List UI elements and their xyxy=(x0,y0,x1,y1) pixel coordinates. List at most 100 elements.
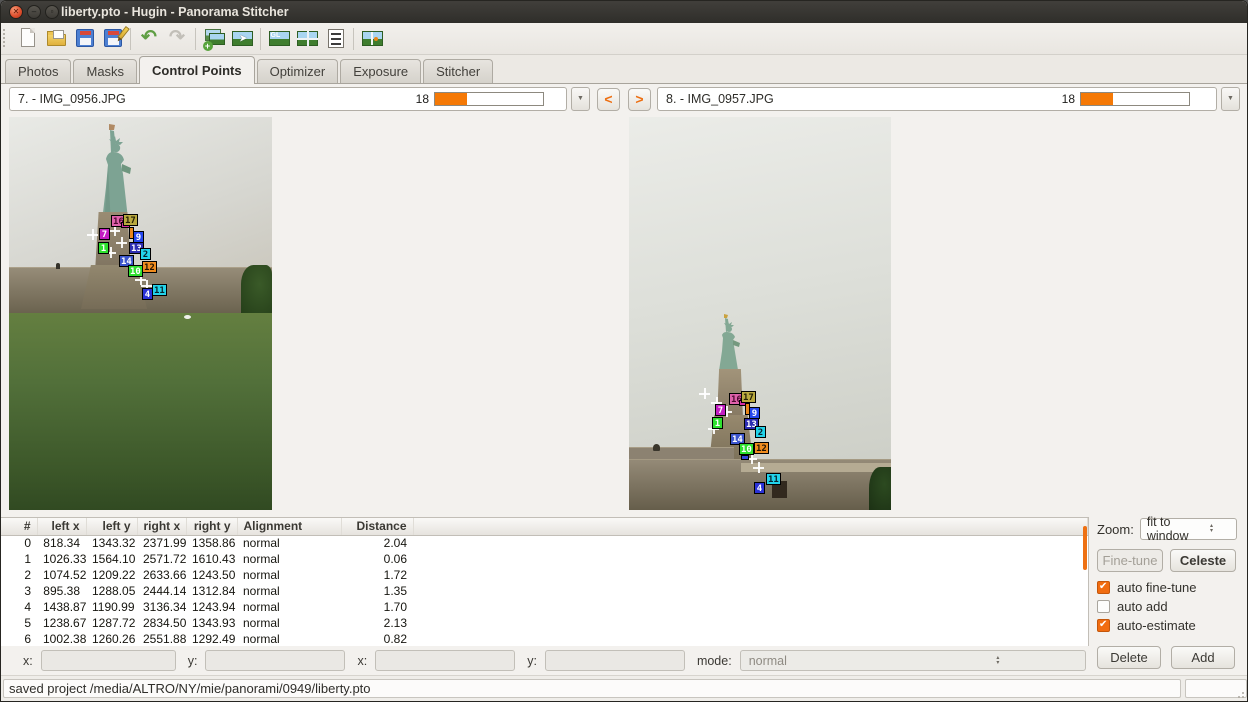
table-row[interactable]: 11026.331564.102571.721610.43normal0.06 xyxy=(1,551,1088,567)
close-button[interactable]: ✕ xyxy=(9,5,23,19)
right-image-dropdown-button[interactable]: ▼ xyxy=(1221,87,1240,111)
gl-preview-button[interactable]: GL xyxy=(266,25,293,52)
col-header-alignment[interactable]: Alignment xyxy=(237,518,341,535)
tab-stitcher[interactable]: Stitcher xyxy=(423,59,493,83)
minimize-button[interactable]: – xyxy=(27,5,41,19)
table-cell: 0 xyxy=(1,535,37,551)
control-point-marker[interactable]: 17 xyxy=(123,214,138,226)
table-cell: 1074.52 xyxy=(37,567,86,583)
table-cell: 1238.67 xyxy=(37,615,86,631)
col-header-left-y[interactable]: left y xyxy=(86,518,137,535)
right-x-field[interactable] xyxy=(375,650,515,671)
resize-grip[interactable] xyxy=(1235,689,1245,699)
left-x-field[interactable] xyxy=(41,650,176,671)
table-cell: 1243.50 xyxy=(186,567,237,583)
col-header-index[interactable]: # xyxy=(1,518,37,535)
next-pair-button[interactable]: > xyxy=(628,88,651,111)
control-point-marker[interactable]: 12 xyxy=(754,442,769,454)
redo-button[interactable]: ↷ xyxy=(164,25,191,52)
control-point-marker[interactable]: 1 xyxy=(98,242,109,254)
control-point-marker[interactable]: 11 xyxy=(766,473,781,485)
control-point-cross[interactable] xyxy=(699,388,710,399)
left-cp-progress xyxy=(434,92,544,106)
mode-select[interactable]: normal ▴▾ xyxy=(740,650,1086,671)
tab-control-points[interactable]: Control Points xyxy=(139,56,255,84)
table-row[interactable]: 3895.381288.052444.141312.84normal1.35 xyxy=(1,583,1088,599)
toolbar-separator xyxy=(260,28,261,50)
zoom-select[interactable]: fit to window ▴▾ xyxy=(1140,518,1237,540)
mode-value: normal xyxy=(749,654,915,668)
right-y-field[interactable] xyxy=(545,650,685,671)
left-image-name: 7. - IMG_0956.JPG xyxy=(18,92,416,106)
control-point-cross[interactable] xyxy=(753,462,764,473)
tab-masks[interactable]: Masks xyxy=(73,59,137,83)
control-point-marker[interactable]: 7 xyxy=(715,404,726,416)
control-point-marker[interactable]: 4 xyxy=(142,288,153,300)
left-image-select[interactable]: 7. - IMG_0956.JPG 18 xyxy=(9,87,567,111)
auto-fine-tune-checkbox[interactable] xyxy=(1097,581,1110,594)
plus-icon: + xyxy=(203,41,213,51)
add-button[interactable]: Add xyxy=(1171,646,1235,669)
control-point-list-button[interactable] xyxy=(322,25,349,52)
open-project-button[interactable] xyxy=(43,25,70,52)
tab-optimizer[interactable]: Optimizer xyxy=(257,59,339,83)
auto-add-checkbox[interactable] xyxy=(1097,600,1110,613)
table-row[interactable]: 21074.521209.222633.661243.50normal1.72 xyxy=(1,567,1088,583)
table-cell: 3136.34 xyxy=(137,599,186,615)
control-point-marker[interactable]: 10 xyxy=(128,265,143,277)
control-point-marker[interactable]: 2 xyxy=(755,426,766,438)
control-point-marker[interactable]: 2 xyxy=(140,248,151,260)
table-cell: 2633.66 xyxy=(137,567,186,583)
table-cell: 1026.33 xyxy=(37,551,86,567)
prev-pair-button[interactable]: < xyxy=(597,88,620,111)
col-header-left-x[interactable]: left x xyxy=(37,518,86,535)
table-cell: 2834.50 xyxy=(137,615,186,631)
table-row[interactable]: 51238.671287.722834.501343.93normal2.13 xyxy=(1,615,1088,631)
new-icon xyxy=(21,28,35,47)
control-point-marker[interactable]: 4 xyxy=(754,482,765,494)
fine-tune-button[interactable]: Fine-tune xyxy=(1097,549,1163,572)
preview-button[interactable] xyxy=(294,25,321,52)
control-point-table[interactable]: # left x left y right x right y Alignmen… xyxy=(1,517,1089,646)
undo-button[interactable]: ↶ xyxy=(136,25,163,52)
add-images-button[interactable]: + xyxy=(201,25,228,52)
right-image-name: 8. - IMG_0957.JPG xyxy=(666,92,1062,106)
control-point-marker[interactable]: 17 xyxy=(741,391,756,403)
redo-icon: ↷ xyxy=(164,25,191,52)
save-project-button[interactable] xyxy=(71,25,98,52)
col-header-distance[interactable]: Distance xyxy=(341,518,413,535)
table-scrollbar[interactable] xyxy=(1083,526,1087,570)
control-point-marker[interactable]: 7 xyxy=(99,228,110,240)
table-cell: normal xyxy=(237,631,341,646)
right-image-select[interactable]: 8. - IMG_0957.JPG 18 xyxy=(657,87,1217,111)
left-image-dropdown-button[interactable]: ▼ xyxy=(571,87,590,111)
control-point-marker[interactable]: 10 xyxy=(739,443,754,455)
table-row[interactable]: 61002.381260.262551.881292.49normal0.82 xyxy=(1,631,1088,646)
auto-estimate-checkbox[interactable] xyxy=(1097,619,1110,632)
celeste-button[interactable]: Celeste xyxy=(1170,549,1236,572)
left-y-field[interactable] xyxy=(205,650,345,671)
pano-editor-button[interactable] xyxy=(359,25,386,52)
right-cp-progress xyxy=(1080,92,1190,106)
tab-photos[interactable]: Photos xyxy=(5,59,71,83)
save-as-button[interactable] xyxy=(99,25,126,52)
right-photo[interactable]: 1617791132141210114 xyxy=(629,117,891,510)
control-point-cross[interactable] xyxy=(116,237,127,248)
toolbar-separator xyxy=(195,28,196,50)
col-header-right-y[interactable]: right y xyxy=(186,518,237,535)
tab-exposure[interactable]: Exposure xyxy=(340,59,421,83)
table-cell: 1.72 xyxy=(341,567,413,583)
maximize-button[interactable]: ▫ xyxy=(45,5,59,19)
table-row[interactable]: 41438.871190.993136.341243.94normal1.70 xyxy=(1,599,1088,615)
new-project-button[interactable] xyxy=(15,25,42,52)
control-point-marker[interactable]: 12 xyxy=(142,261,157,273)
control-point-marker[interactable]: 11 xyxy=(152,284,167,296)
add-image-series-button[interactable]: ➤ xyxy=(229,25,256,52)
col-header-right-x[interactable]: right x xyxy=(137,518,186,535)
table-row[interactable]: 0818.341343.322371.991358.86normal2.04 xyxy=(1,535,1088,551)
delete-button[interactable]: Delete xyxy=(1097,646,1161,669)
toolbar-grip[interactable] xyxy=(3,29,10,49)
left-photo[interactable]: 1617791132141210114 xyxy=(9,117,272,510)
control-point-cross[interactable] xyxy=(87,229,98,240)
control-point-marker[interactable]: 1 xyxy=(712,417,723,429)
